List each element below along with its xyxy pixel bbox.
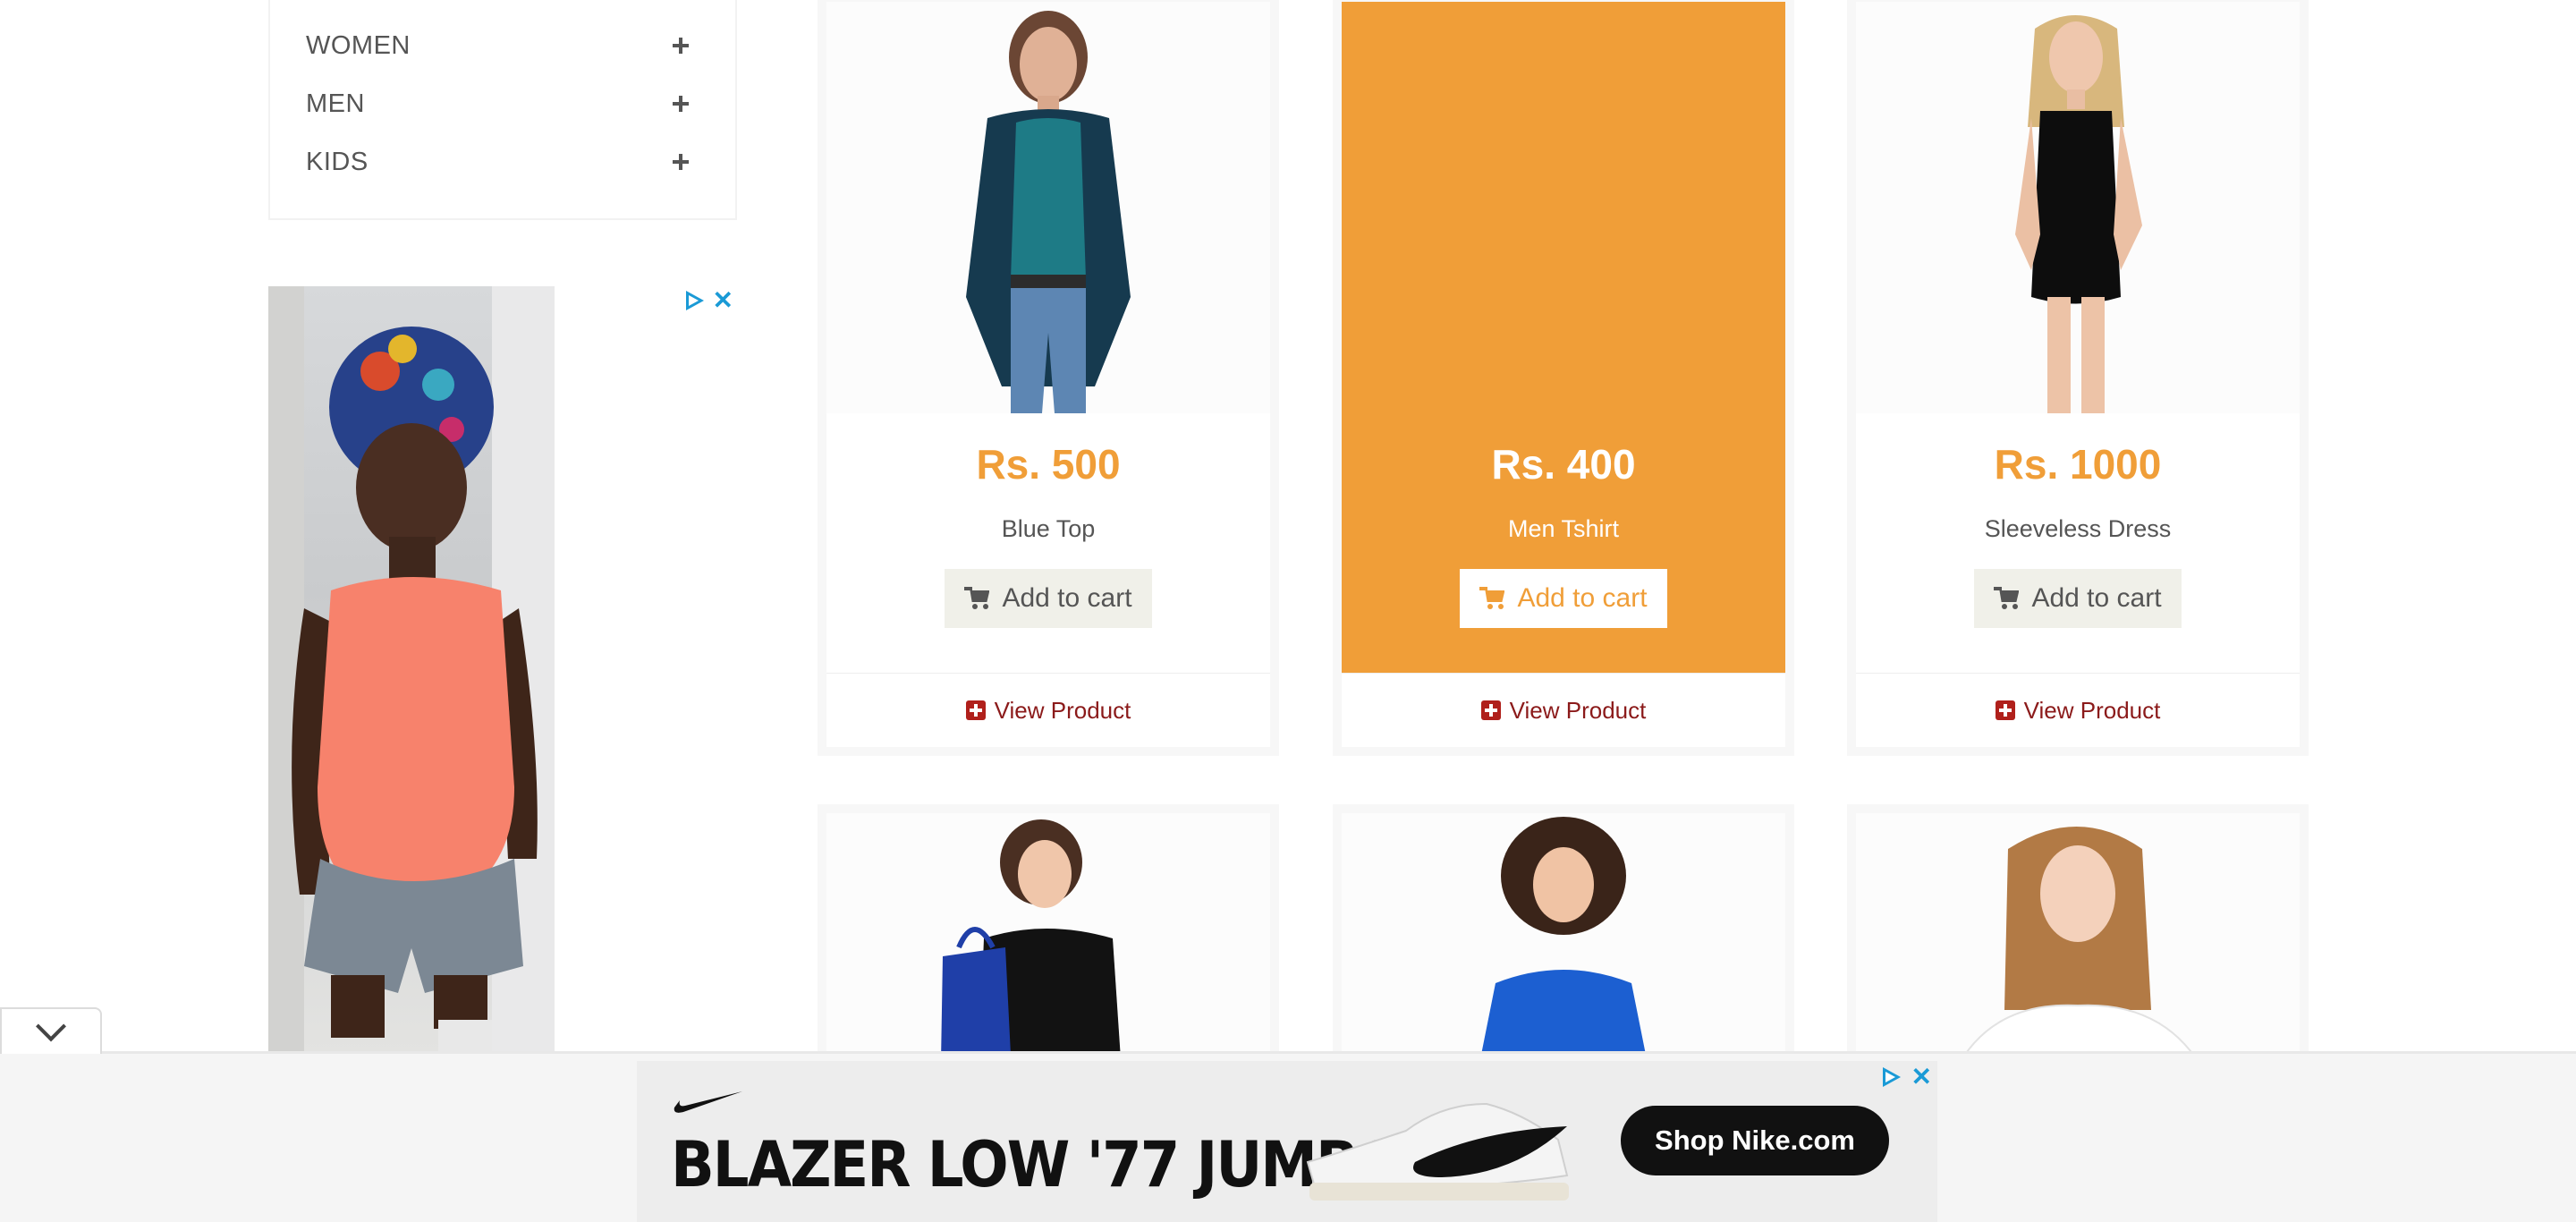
product-info: Rs. 1000 Sleeveless Dress Add to cart [1856,2,2300,673]
shoe-image [1306,1102,1569,1201]
add-to-cart-button[interactable]: Add to cart [1460,569,1667,628]
add-to-cart-button[interactable]: Add to cart [945,569,1152,628]
product-price: Rs. 500 [976,441,1121,488]
category-label: WOMEN [306,30,411,60]
product-info: Rs. 500 Blue Top Add to cart [826,2,1270,673]
ad-choices-icon[interactable] [1882,1067,1901,1087]
view-product-icon [1480,700,1501,720]
product-name: Men Tshirt [1507,515,1620,542]
view-product-icon [1995,700,2015,720]
side-ad[interactable]: ✕ [268,286,737,1052]
chevron-down-icon [36,1011,66,1042]
collapse-ad-button[interactable] [0,1007,102,1054]
product-card: Rs. 1000 Sleeveless Dress Add to cart Vi… [1847,0,2309,756]
ad-choices[interactable]: ✕ [685,288,733,313]
product-card [818,804,1279,1073]
ad-image[interactable] [268,286,555,1052]
product-image [1342,813,1785,1073]
plus-icon[interactable] [673,38,689,54]
product-name: Sleeveless Dress [1984,515,2172,542]
nike-ad-banner[interactable]: BLAZER LOW '77 JUMBO Shop Nike.com ✕ [637,1061,1937,1222]
view-product-icon [965,700,986,720]
close-icon[interactable]: ✕ [1911,1065,1932,1090]
category-label: MEN [306,89,365,118]
product-name: Blue Top [1001,515,1096,542]
product-card: Rs. 500 Blue Top Add to cart View Produc… [818,0,1279,756]
close-icon[interactable]: ✕ [713,288,733,313]
category-label: KIDS [306,147,369,176]
category-men[interactable]: MEN [306,81,689,126]
view-product-label: View Product [994,696,1131,724]
product-info: Rs. 400 Men Tshirt Add to cart [1342,2,1785,673]
view-product-label: View Product [2023,696,2161,724]
add-to-cart-label: Add to cart [1517,583,1648,613]
view-product-link[interactable]: View Product [1856,673,2300,747]
nike-swoosh-icon [674,1091,742,1113]
shop-nike-button[interactable]: Shop Nike.com [1621,1106,1889,1175]
ad-choices-icon[interactable] [685,291,704,310]
view-product-link[interactable]: View Product [1342,673,1785,747]
product-image [1342,2,1785,413]
cart-icon [1994,587,2021,610]
product-image [1856,813,2300,1073]
product-price: Rs. 1000 [1994,441,2162,488]
add-to-cart-label: Add to cart [1002,583,1132,613]
cart-icon [1479,587,1506,610]
view-product-link[interactable]: View Product [826,673,1270,747]
cart-icon [964,587,991,610]
add-to-cart-button[interactable]: Add to cart [1974,569,2182,628]
category-women[interactable]: WOMEN [306,23,689,68]
ad-choices[interactable]: ✕ [1882,1065,1932,1090]
plus-icon[interactable] [673,96,689,112]
category-panel: WOMEN MEN KIDS [268,0,737,220]
add-to-cart-label: Add to cart [2031,583,2162,613]
product-image [1856,2,2300,413]
product-price: Rs. 400 [1491,441,1636,488]
category-kids[interactable]: KIDS [306,140,689,184]
product-image [826,813,1270,1073]
ad-headline: BLAZER LOW '77 JUMBO [671,1129,1406,1202]
product-image [826,2,1270,413]
product-card: Rs. 400 Men Tshirt Add to cart View Prod… [1333,0,1794,756]
plus-icon[interactable] [673,154,689,170]
view-product-label: View Product [1509,696,1647,724]
product-card [1847,804,2309,1073]
product-card [1333,804,1794,1073]
